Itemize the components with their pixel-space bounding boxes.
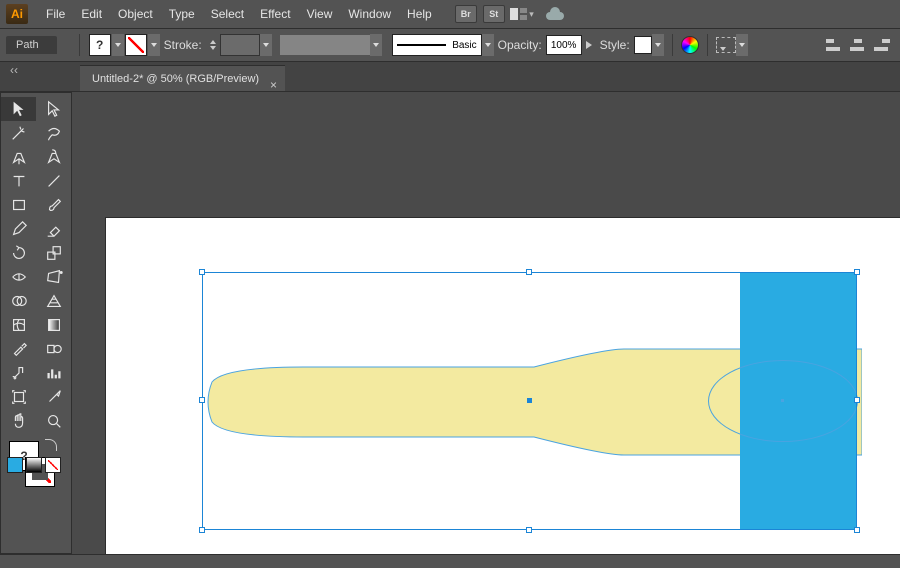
mesh-tool[interactable]	[1, 313, 36, 337]
perspective-grid-tool[interactable]	[36, 289, 71, 313]
menu-window[interactable]: Window	[340, 0, 399, 28]
stroke-dropdown[interactable]	[148, 34, 160, 56]
width-profile-caret[interactable]	[370, 34, 382, 56]
resize-handle-tm[interactable]	[526, 269, 532, 275]
direct-selection-tool[interactable]	[36, 97, 71, 121]
shape-builder-tool[interactable]	[1, 289, 36, 313]
resize-handle-br[interactable]	[854, 527, 860, 533]
recolor-artwork-button[interactable]	[681, 36, 699, 54]
document-tab[interactable]: Untitled-2* @ 50% (RGB/Preview) ×	[80, 65, 285, 91]
fill-dropdown[interactable]	[112, 34, 124, 56]
column-graph-tool[interactable]	[36, 361, 71, 385]
rectangle-tool[interactable]	[1, 193, 36, 217]
symbol-sprayer-tool[interactable]	[1, 361, 36, 385]
pencil-tool[interactable]	[1, 217, 36, 241]
brush-name: Basic	[452, 40, 476, 51]
menu-view[interactable]: View	[299, 0, 341, 28]
menu-object[interactable]: Object	[110, 0, 161, 28]
color-mode-none[interactable]	[45, 457, 61, 473]
type-tool[interactable]	[1, 169, 36, 193]
opacity-label: Opacity:	[498, 38, 542, 52]
width-tool[interactable]	[1, 265, 36, 289]
graphic-style-swatch[interactable]	[634, 36, 652, 54]
gradient-tool[interactable]	[36, 313, 71, 337]
stroke-swatch[interactable]	[125, 34, 147, 56]
menu-select[interactable]: Select	[203, 0, 252, 28]
slice-tool[interactable]	[36, 385, 71, 409]
control-bar: Path ? Stroke: Basic Opacity: 100% Style…	[0, 28, 900, 62]
resize-handle-ml[interactable]	[199, 397, 205, 403]
selection-tool[interactable]	[1, 97, 36, 121]
hand-tool[interactable]	[1, 409, 36, 433]
swap-fill-stroke-icon[interactable]	[45, 439, 57, 451]
stroke-label: Stroke:	[164, 38, 202, 52]
sync-icon[interactable]	[544, 6, 568, 22]
align-to-dropdown[interactable]	[716, 37, 736, 53]
brush-dropdown[interactable]: Basic	[392, 34, 482, 56]
width-profile-dropdown[interactable]	[280, 35, 370, 55]
free-transform-tool[interactable]	[36, 265, 71, 289]
stock-button[interactable]: St	[483, 5, 505, 23]
pen-tool[interactable]	[1, 145, 36, 169]
blend-tool[interactable]	[36, 337, 71, 361]
menu-file[interactable]: File	[38, 0, 73, 28]
line-tool[interactable]	[36, 169, 71, 193]
zoom-tool[interactable]	[36, 409, 71, 433]
eraser-tool[interactable]	[36, 217, 71, 241]
color-mode-gradient[interactable]	[26, 457, 42, 473]
resize-handle-bl[interactable]	[199, 527, 205, 533]
artboard-tool[interactable]	[1, 385, 36, 409]
stroke-weight-stepper[interactable]	[206, 34, 220, 56]
menu-type[interactable]: Type	[161, 0, 203, 28]
rotate-tool[interactable]	[1, 241, 36, 265]
color-mode-solid[interactable]	[7, 457, 23, 473]
canvas-area[interactable]	[72, 92, 900, 554]
magic-wand-tool[interactable]	[1, 121, 36, 145]
align-to-caret[interactable]	[736, 34, 748, 56]
document-tabs: Untitled-2* @ 50% (RGB/Preview) ×	[0, 62, 900, 92]
style-label: Style:	[600, 38, 630, 52]
brush-preview-icon	[397, 44, 447, 46]
arrange-documents-button[interactable]: ▾	[510, 5, 534, 23]
curvature-tool[interactable]	[36, 145, 71, 169]
brush-caret[interactable]	[482, 34, 494, 56]
tools-panel: ?	[0, 92, 72, 554]
align-left-button[interactable]	[826, 38, 842, 52]
menu-help[interactable]: Help	[399, 0, 440, 28]
fill-swatch[interactable]: ?	[89, 34, 111, 56]
opacity-slider-btn[interactable]	[582, 34, 596, 56]
selection-bounding-box[interactable]	[202, 272, 857, 530]
resize-handle-tr[interactable]	[854, 269, 860, 275]
app-logo: Ai	[6, 4, 28, 24]
align-center-button[interactable]	[850, 38, 866, 52]
selection-center-icon	[527, 398, 532, 403]
stroke-weight-input[interactable]	[220, 34, 260, 56]
lasso-tool[interactable]	[36, 121, 71, 145]
menu-edit[interactable]: Edit	[73, 0, 110, 28]
menu-bar: Ai File Edit Object Type Select Effect V…	[0, 0, 900, 28]
selection-type-label: Path	[6, 36, 57, 54]
chevron-down-icon: ▾	[529, 9, 534, 20]
eyedropper-tool[interactable]	[1, 337, 36, 361]
align-right-button[interactable]	[874, 38, 890, 52]
collapse-panels-button[interactable]: ‹‹	[0, 62, 28, 78]
status-bar	[0, 554, 900, 568]
resize-handle-bm[interactable]	[526, 527, 532, 533]
opacity-input[interactable]: 100%	[546, 35, 582, 55]
resize-handle-tl[interactable]	[199, 269, 205, 275]
document-tab-title: Untitled-2* @ 50% (RGB/Preview)	[92, 73, 259, 85]
menu-effect[interactable]: Effect	[252, 0, 298, 28]
bridge-button[interactable]: Br	[455, 5, 477, 23]
stroke-weight-dropdown[interactable]	[260, 34, 272, 56]
resize-handle-mr[interactable]	[854, 397, 860, 403]
graphic-style-dropdown[interactable]	[652, 34, 664, 56]
scale-tool[interactable]	[36, 241, 71, 265]
paintbrush-tool[interactable]	[36, 193, 71, 217]
